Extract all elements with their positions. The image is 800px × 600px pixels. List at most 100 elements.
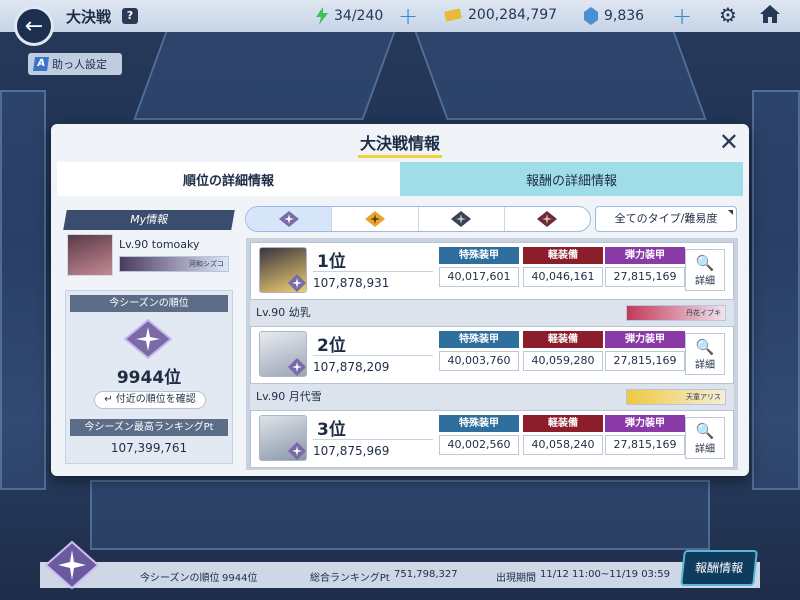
rank-points: 107,875,969 — [313, 444, 390, 458]
attr-light-armor: 軽装備 40,059,280 — [523, 331, 603, 371]
player-info-row: Lv.90 幼乳 丹花イブキ — [250, 300, 734, 326]
stamina-value: 34/240 — [334, 8, 384, 24]
rank-points: 107,878,931 — [313, 276, 390, 290]
period-label: 出現期間 — [496, 573, 536, 584]
crimson-emblem-icon — [537, 211, 558, 227]
filter-emblem-3[interactable] — [419, 207, 505, 231]
helper-icon: A — [33, 57, 49, 71]
filter-emblem-2[interactable] — [332, 207, 419, 231]
attr-value: 40,017,601 — [439, 267, 519, 287]
helper-settings-label: 助っ人設定 — [52, 58, 107, 71]
attr-label: 軽装備 — [523, 415, 603, 432]
purple-emblem-icon — [278, 211, 299, 227]
best-pt-label: 今シーズン最高ランキングPt — [70, 419, 228, 436]
season-rank-box: 今シーズンの順位 9944位 ↵ 付近の順位を確認 今シーズン最高ランキングPt… — [65, 290, 233, 464]
attr-value: 40,003,760 — [439, 351, 519, 371]
divider — [313, 355, 433, 356]
close-icon[interactable]: ✕ — [719, 128, 739, 156]
attr-label: 弾力装甲 — [605, 247, 685, 264]
gear-icon[interactable]: ⚙ — [716, 3, 740, 27]
best-pt-value: 107,399,761 — [110, 441, 188, 455]
help-icon[interactable]: ? — [122, 8, 138, 24]
detail-label: 詳細 — [695, 444, 715, 455]
magnifier-icon: 🔍 — [695, 254, 715, 272]
ranking-card: 2位 107,878,209 特殊装甲 40,003,760 軽装備 40,059,… — [250, 326, 734, 384]
total-pt-value: 751,798,327 — [394, 569, 458, 580]
attr-value: 27,815,169 — [605, 267, 685, 287]
attr-special-armor: 特殊装甲 40,017,601 — [439, 247, 519, 287]
lightning-icon — [316, 7, 328, 25]
rank-emblem-icon — [288, 442, 306, 460]
gems-value: 9,836 — [604, 8, 645, 24]
rank-position: 2位 — [317, 336, 346, 356]
stamina-display: 34/240 — [316, 7, 383, 25]
attr-value: 40,046,161 — [523, 267, 603, 287]
tab-rank-details[interactable]: 順位の詳細情報 — [57, 162, 400, 196]
player-info-row: Lv.90 月代雪 天童アリス — [250, 384, 734, 410]
ranking-list[interactable]: 1位 107,878,931 特殊装甲 40,017,601 軽装備 40,046,… — [246, 238, 738, 470]
dialog-title: 大決戦情報 — [51, 130, 749, 158]
gold-emblem-icon — [364, 211, 385, 227]
difficulty-filter — [245, 206, 591, 232]
my-info-panel: My情報 Lv.90 tomoaky 河和シズコ 今シーズンの順位 9944位 … — [63, 210, 235, 464]
type-difficulty-label: 全てのタイプ/難易度 — [614, 212, 718, 225]
attr-label: 軽装備 — [523, 331, 603, 348]
attr-light-armor: 軽装備 40,058,240 — [523, 415, 603, 455]
dropdown-corner-icon — [728, 210, 733, 215]
add-stamina-button[interactable]: + — [398, 2, 418, 30]
filter-emblem-1[interactable] — [246, 207, 333, 231]
detail-label: 詳細 — [695, 360, 715, 371]
attr-value: 40,002,560 — [439, 435, 519, 455]
add-gems-button[interactable]: + — [672, 2, 692, 30]
attr-light-armor: 軽装備 40,046,161 — [523, 247, 603, 287]
divider — [313, 439, 433, 440]
rank-position: 3位 — [317, 420, 346, 440]
attr-label: 弾力装甲 — [605, 331, 685, 348]
filter-emblem-4[interactable] — [505, 207, 590, 231]
rank-emblem-icon — [124, 319, 172, 359]
detail-button[interactable]: 🔍 詳細 — [685, 417, 725, 459]
back-arrow-icon: ← — [24, 13, 44, 39]
season-emblem-icon — [44, 540, 100, 590]
season-rank-value: 9944位 — [116, 368, 182, 388]
gem-icon — [584, 7, 598, 25]
detail-button[interactable]: 🔍 詳細 — [685, 249, 725, 291]
gems-display: 9,836 — [584, 7, 644, 25]
detail-label: 詳細 — [695, 276, 715, 287]
check-nearby-label: 付近の順位を確認 — [115, 394, 196, 405]
back-button[interactable]: ← — [14, 6, 54, 46]
list-item: 1位 107,878,931 特殊装甲 40,017,601 軽装備 40,046,… — [250, 242, 734, 326]
check-nearby-rank-button[interactable]: ↵ 付近の順位を確認 — [94, 391, 206, 409]
rank-position: 1位 — [317, 252, 346, 272]
attr-elastic-armor: 弾力装甲 27,815,169 — [605, 415, 685, 455]
attr-special-armor: 特殊装甲 40,002,560 — [439, 415, 519, 455]
player-level-name: Lv.90 月代雪 — [256, 390, 322, 403]
return-arrow-icon: ↵ — [104, 394, 113, 405]
attr-elastic-armor: 弾力装甲 27,815,169 — [605, 247, 685, 287]
ranking-card: 1位 107,878,931 特殊装甲 40,017,601 軽装備 40,046,… — [250, 242, 734, 300]
raid-info-dialog: 大決戦情報 ✕ 順位の詳細情報 報酬の詳細情報 My情報 Lv.90 tomoa… — [51, 124, 749, 476]
my-level-name: Lv.90 tomoaky — [119, 238, 200, 251]
rank-emblem-icon — [288, 274, 306, 292]
bottom-status-bar: 今シーズンの順位 9944位 総合ランキングPt 751,798,327 出現期… — [40, 562, 760, 588]
period-value: 11/12 11:00~11/19 03:59 — [540, 569, 671, 580]
bottom-season-rank-value: 9944位 — [222, 573, 258, 584]
helper-settings-button[interactable]: A 助っ人設定 — [28, 53, 122, 75]
attr-value: 40,059,280 — [523, 351, 603, 371]
credits-value: 200,284,797 — [468, 7, 558, 23]
attr-special-armor: 特殊装甲 40,003,760 — [439, 331, 519, 371]
home-icon[interactable] — [758, 3, 782, 27]
avatar — [67, 234, 113, 276]
dialog-tabs: 順位の詳細情報 報酬の詳細情報 — [57, 162, 743, 196]
bottom-season-rank-label: 今シーズンの順位 — [140, 573, 220, 584]
support-student-tag: 河和シズコ — [119, 256, 229, 272]
top-bar: 大決戦 ? 34/240 + 200,284,797 9,836 + ⚙ — [0, 0, 800, 32]
attr-label: 特殊装甲 — [439, 415, 519, 432]
my-profile-row: Lv.90 tomoaky 河和シズコ — [65, 234, 233, 286]
attr-label: 特殊装甲 — [439, 331, 519, 348]
detail-button[interactable]: 🔍 詳細 — [685, 333, 725, 375]
reward-info-button[interactable]: 報酬情報 — [680, 550, 758, 586]
type-difficulty-dropdown[interactable]: 全てのタイプ/難易度 — [595, 206, 737, 232]
tab-reward-details[interactable]: 報酬の詳細情報 — [400, 162, 743, 196]
attr-elastic-armor: 弾力装甲 27,815,169 — [605, 331, 685, 371]
